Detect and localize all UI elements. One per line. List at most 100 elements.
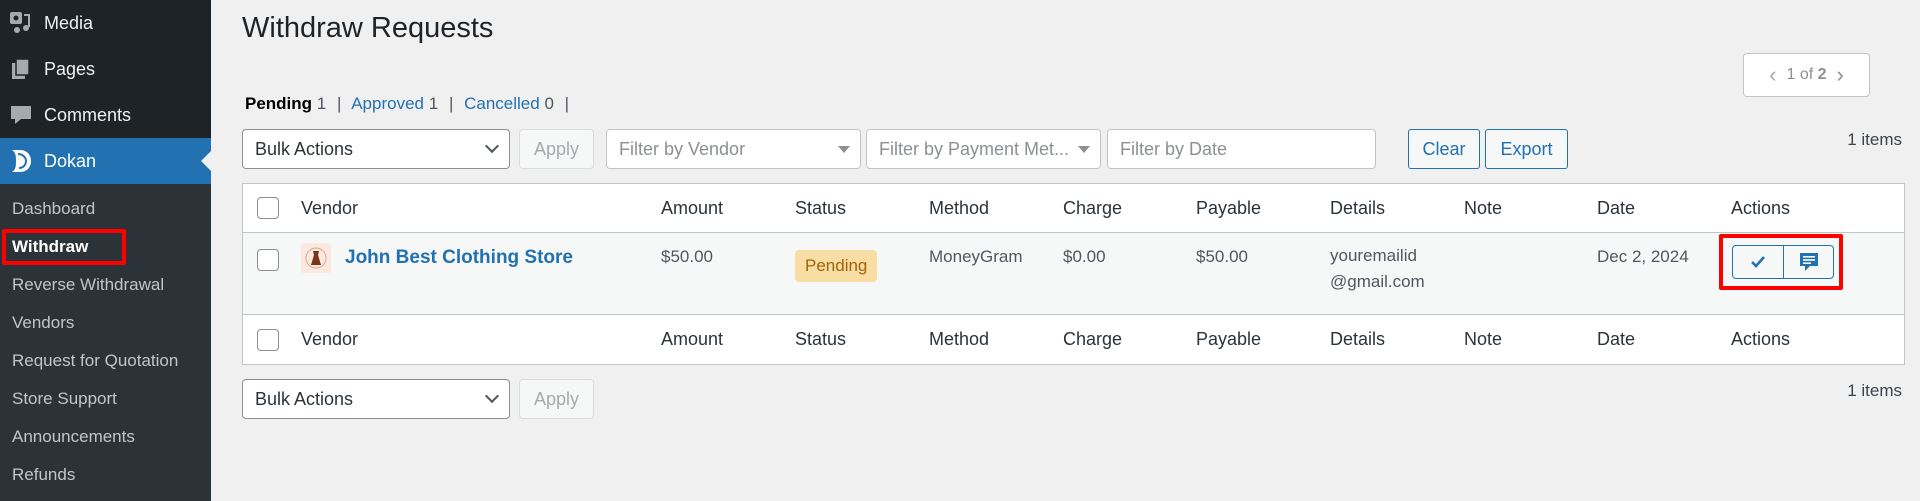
submenu-store-support[interactable]: Store Support [0,380,211,418]
bulk-actions-select[interactable]: Bulk Actions [242,129,510,169]
table-row: John Best Clothing Store $50.00 Pending … [243,233,1904,315]
separator: | [564,94,570,113]
comment-icon [1799,253,1818,271]
row-select-cell [243,247,301,271]
dropdown-arrow-icon [838,145,850,153]
row-actions-group [1719,234,1843,290]
column-header-vendor: Vendor [301,197,359,218]
total-pages: 2 [1817,66,1827,83]
check-icon [1751,256,1765,268]
sidebar-item-media[interactable]: Media [0,0,211,46]
column-header-payable: Payable [1196,197,1262,218]
column-header-details: Details [1330,197,1386,218]
column-footer-method: Method [929,329,990,349]
column-header-charge: Charge [1063,197,1123,218]
prev-page-icon[interactable]: ‹ [1769,64,1776,86]
select-all-checkbox[interactable] [257,197,279,219]
items-count-bottom: 1 items [1847,381,1902,400]
status-cell: Pending [795,247,929,282]
admin-sidebar: Media Pages Comments Dokan Dashboard Wit… [0,0,211,501]
status-badge: Pending [795,250,878,282]
column-header-status: Status [795,197,847,218]
select-all-cell [243,328,301,351]
next-page-icon[interactable]: › [1837,64,1844,86]
filter-date-input[interactable]: Filter by Date [1107,129,1376,169]
column-header-amount: Amount [661,197,724,218]
submenu-request-for-quotation[interactable]: Request for Quotation [0,342,211,380]
chevron-down-icon [484,388,500,404]
column-footer-details: Details [1330,329,1386,349]
column-footer-date: Date [1597,329,1636,349]
items-count-top: 1 items [1847,130,1902,149]
of-label: of [1799,66,1814,83]
status-count-approved: 1 [428,94,439,113]
submenu-reverse-withdrawal[interactable]: Reverse Withdrawal [0,266,211,304]
sidebar-item-comments[interactable]: Comments [0,92,211,138]
pagination: ‹ 1 of 2 › [1743,53,1870,97]
apply-button-bottom[interactable]: Apply [519,379,594,419]
page-title: Withdraw Requests [242,12,494,44]
sidebar-item-dokan[interactable]: Dokan [0,138,211,184]
vendor-link[interactable]: John Best Clothing Store [345,247,573,269]
filter-payment-method-select[interactable]: Filter by Payment Met... [866,129,1101,169]
row-checkbox[interactable] [257,249,279,271]
sidebar-item-pages[interactable]: Pages [0,46,211,92]
filter-vendor-placeholder: Filter by Vendor [619,138,746,159]
method-cell: MoneyGram [929,247,1023,266]
status-count-cancelled: 0 [544,94,554,113]
date-cell: Dec 2, 2024 [1597,247,1689,266]
add-note-button[interactable] [1783,246,1833,278]
export-button[interactable]: Export [1485,129,1568,169]
sidebar-item-label: Comments [44,104,132,125]
bottom-toolbar: Bulk Actions Apply [242,379,594,419]
separator: | [448,94,454,113]
column-footer-actions: Actions [1731,329,1791,349]
bulk-actions-value: Bulk Actions [255,388,354,409]
page-indicator: 1 of 2 [1786,66,1826,84]
apply-button[interactable]: Apply [519,129,594,169]
column-footer-amount: Amount [661,329,724,349]
pages-icon [8,56,34,82]
vendor-cell: John Best Clothing Store [301,243,661,273]
comments-icon [8,102,34,128]
column-header-method: Method [929,197,990,218]
column-footer-charge: Charge [1063,329,1123,349]
media-icon [8,10,34,36]
dropdown-arrow-icon [1078,145,1090,153]
submenu-refunds[interactable]: Refunds [0,456,211,494]
column-header-date: Date [1597,197,1636,218]
column-footer-note: Note [1464,329,1503,349]
sidebar-top-menu: Media Pages Comments [0,0,211,138]
details-cell: youremailid @gmail.com [1330,243,1464,295]
column-footer-payable: Payable [1196,329,1262,349]
clear-button[interactable]: Clear [1408,129,1480,169]
status-link-approved[interactable]: Approved [351,94,424,113]
submenu-announcements[interactable]: Announcements [0,418,211,456]
bulk-actions-value: Bulk Actions [255,138,354,159]
select-all-checkbox-footer[interactable] [257,328,279,351]
sidebar-item-label: Pages [44,58,96,79]
table-header-row: Vendor Amount Status Method Charge Payab… [243,184,1904,233]
withdraw-requests-table: Vendor Amount Status Method Charge Payab… [242,183,1905,365]
chevron-down-icon [484,138,500,154]
column-footer-vendor: Vendor [301,329,359,349]
payable-cell: $50.00 [1196,247,1248,266]
approve-button[interactable] [1733,246,1783,278]
status-link-cancelled[interactable]: Cancelled [464,94,540,113]
charge-cell: $0.00 [1063,247,1106,266]
top-toolbar: Bulk Actions Apply Filter by Vendor Filt… [242,129,1568,169]
current-page: 1 [1786,66,1796,83]
sidebar-item-label: Media [44,12,94,33]
bulk-actions-select-bottom[interactable]: Bulk Actions [242,379,510,419]
status-link-pending[interactable]: Pending [245,94,312,113]
submenu-vendors[interactable]: Vendors [0,304,211,342]
filter-vendor-select[interactable]: Filter by Vendor [606,129,861,169]
amount-cell: $50.00 [661,247,713,266]
vendor-avatar [301,243,331,273]
status-count-pending: 1 [316,94,327,113]
separator: | [337,94,342,113]
submenu-dashboard[interactable]: Dashboard [0,190,211,228]
actions-cell [1719,234,1881,290]
submenu-withdraw[interactable]: Withdraw [0,228,211,266]
highlight-box [2,229,126,265]
